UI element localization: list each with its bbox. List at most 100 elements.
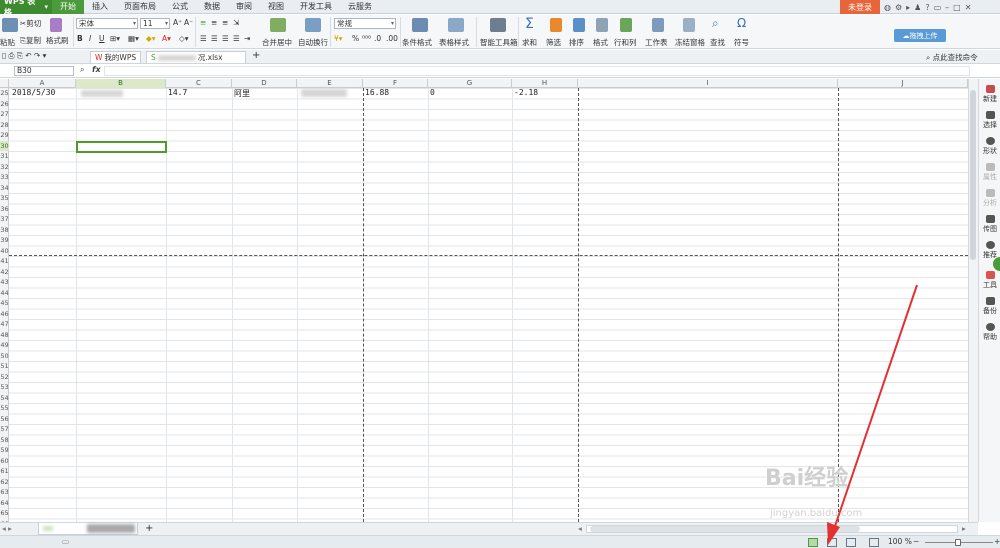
align-top-icon[interactable]: ≡ — [200, 18, 206, 27]
align-left-icon[interactable]: ☰ — [200, 34, 207, 43]
tab-current-file[interactable]: S 况.xlsx — [146, 51, 246, 63]
cell-g25[interactable]: 0 — [430, 88, 435, 97]
symbol-button[interactable]: 符号 — [734, 37, 749, 48]
number-format-select[interactable]: 常规 ▾ — [334, 18, 396, 29]
sheet-nav-icon[interactable]: ◂ ▸ — [2, 524, 12, 533]
sidebar-item-upload-image[interactable]: 传图 — [979, 215, 1000, 234]
row-header[interactable]: 46 — [0, 309, 9, 320]
sheet-tab[interactable] — [38, 523, 138, 535]
sidebar-item-select[interactable]: 选择 — [979, 111, 1000, 130]
row-header[interactable]: 37 — [0, 214, 9, 225]
zoom-icon[interactable]: ⌕ — [80, 65, 84, 75]
cut-button[interactable]: ✂剪切 — [20, 18, 41, 29]
share-icon[interactable]: ▸ — [906, 3, 910, 12]
row-header[interactable]: 45 — [0, 298, 9, 309]
column-header[interactable]: F — [363, 79, 428, 88]
settings-icon[interactable]: ⚙ — [895, 3, 902, 12]
decrease-font-icon[interactable]: A⁻ — [184, 18, 193, 27]
merge-center-button[interactable]: 合并居中 — [262, 37, 292, 48]
row-header[interactable]: 51 — [0, 361, 9, 372]
row-header[interactable]: 41 — [0, 256, 9, 267]
comma-style-icon[interactable]: ⁰⁰⁰ — [362, 34, 371, 43]
tab-page-layout[interactable]: 页面布局 — [116, 0, 164, 14]
row-header[interactable]: 38 — [0, 225, 9, 236]
zoom-out-button[interactable]: − — [913, 537, 919, 546]
column-header[interactable]: A — [9, 79, 76, 88]
sidebar-item-tools[interactable]: 工具 — [979, 271, 1000, 290]
row-header[interactable]: 29 — [0, 130, 9, 141]
tab-developer[interactable]: 开发工具 — [292, 0, 340, 14]
sidebar-item-shape[interactable]: 形状 — [979, 137, 1000, 156]
wrap-text-icon[interactable] — [305, 18, 321, 32]
row-header[interactable]: 55 — [0, 403, 9, 414]
row-header[interactable]: 63 — [0, 487, 9, 498]
align-right-icon[interactable]: ☰ — [222, 34, 229, 43]
fullscreen-view-button[interactable] — [869, 538, 879, 547]
rows-columns-button[interactable]: 行和列 — [614, 37, 637, 48]
login-button[interactable]: 未登录 — [840, 0, 880, 14]
freeze-panes-button[interactable]: 冻结窗格 — [675, 37, 705, 48]
row-header[interactable]: 47 — [0, 319, 9, 330]
column-header[interactable]: D — [232, 79, 297, 88]
expand-pane-handle[interactable] — [993, 257, 1000, 271]
zoom-in-button[interactable]: + — [994, 537, 1000, 546]
page-layout-view-button[interactable] — [827, 538, 837, 547]
tab-formulas[interactable]: 公式 — [164, 0, 196, 14]
smart-toolbox-icon[interactable] — [490, 18, 506, 32]
row-header[interactable]: 31 — [0, 151, 9, 162]
row-header[interactable]: 35 — [0, 193, 9, 204]
merge-center-icon[interactable] — [270, 18, 286, 32]
scroll-left-icon[interactable]: ◂ — [578, 524, 582, 533]
skin-icon[interactable]: ◍ — [884, 3, 891, 12]
align-bottom-icon[interactable]: ≡ — [222, 18, 228, 27]
maximize-icon[interactable]: □ — [953, 3, 961, 12]
filter-icon[interactable] — [550, 18, 562, 32]
tab-data[interactable]: 数据 — [196, 0, 228, 14]
name-box[interactable]: B30 — [14, 66, 74, 76]
conditional-format-button[interactable]: 条件格式 — [402, 37, 432, 48]
wrap-text-button[interactable]: 自动换行 — [298, 37, 328, 48]
row-header[interactable]: 54 — [0, 393, 9, 404]
row-header[interactable]: 44 — [0, 288, 9, 299]
format-painter-icon[interactable] — [50, 18, 62, 32]
sidebar-item-analysis[interactable]: 分析 — [979, 189, 1000, 208]
decrease-decimal-icon[interactable]: .00 — [386, 34, 398, 43]
paste-button[interactable]: 粘贴 — [0, 37, 15, 48]
align-center-icon[interactable]: ☰ — [211, 34, 218, 43]
sort-button[interactable]: 排序 — [569, 37, 584, 48]
select-all-corner[interactable] — [0, 79, 9, 88]
clear-format-icon[interactable]: ◇▾ — [179, 34, 189, 43]
restore-icon[interactable]: ▭ — [934, 3, 942, 12]
italic-button[interactable]: I — [89, 34, 91, 43]
row-header[interactable]: 56 — [0, 414, 9, 425]
sidebar-item-help[interactable]: 帮助 — [979, 323, 1000, 342]
column-header[interactable]: I — [578, 79, 838, 88]
smart-toolbox-button[interactable]: 智能工具箱 — [480, 37, 518, 48]
row-header[interactable]: 50 — [0, 351, 9, 362]
row-header[interactable]: 65 — [0, 508, 9, 519]
currency-icon[interactable]: ¥▾ — [334, 34, 343, 43]
fill-color-icon[interactable]: ◆▾ — [146, 34, 156, 43]
minimize-icon[interactable]: – — [945, 3, 949, 12]
row-header[interactable]: 39 — [0, 235, 9, 246]
underline-button[interactable]: U — [99, 34, 105, 43]
column-header[interactable]: B — [76, 79, 166, 88]
row-header[interactable]: 60 — [0, 456, 9, 467]
find-button[interactable]: 查找 — [710, 37, 725, 48]
cell-d25[interactable]: 阿里 — [234, 88, 250, 99]
find-icon[interactable]: ⌕ — [712, 16, 719, 31]
conditional-format-icon[interactable] — [412, 18, 428, 32]
sidebar-item-new[interactable]: 新建 — [979, 85, 1000, 104]
tab-my-wps[interactable]: W 我的WPS — [90, 51, 142, 63]
format-painter-button[interactable]: 格式刷 — [46, 35, 69, 46]
row-header[interactable]: 48 — [0, 330, 9, 341]
justify-icon[interactable]: ☰ — [233, 34, 240, 43]
font-name-select[interactable]: 宋体 ▾ — [76, 18, 138, 29]
indent-icon[interactable]: ⇥ — [244, 34, 250, 43]
column-header[interactable]: H — [512, 79, 578, 88]
help-button[interactable]: ? — [925, 3, 929, 12]
sort-icon[interactable] — [573, 18, 585, 32]
command-search[interactable]: ⌕ 点此查找命令 — [926, 52, 978, 63]
new-doc-icon[interactable]: ▯ ⎙ ⎘ ↶ ↷ ▾ — [2, 51, 46, 61]
merge-cells-icon[interactable]: ▦▾ — [128, 34, 139, 43]
